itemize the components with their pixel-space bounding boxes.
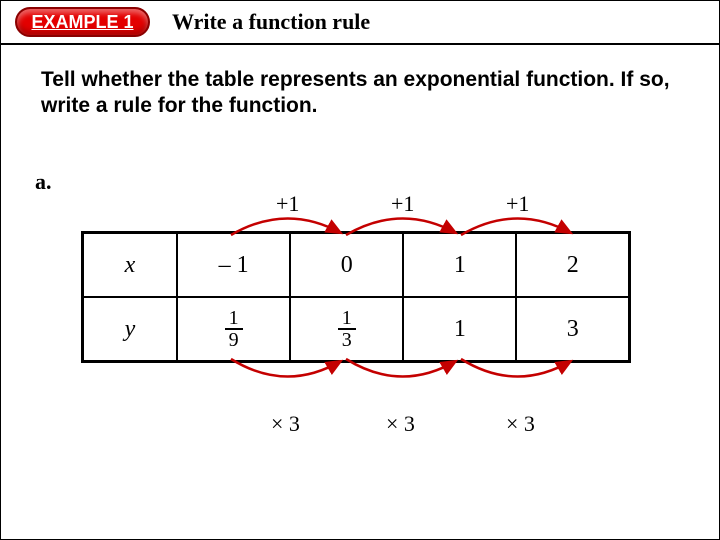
slide-title: Write a function rule bbox=[172, 9, 370, 35]
numerator: 1 bbox=[225, 308, 243, 330]
table-stage: +1 +1 +1 x – 1 0 1 2 y bbox=[81, 231, 631, 363]
cell: 1 9 bbox=[177, 297, 290, 362]
denominator: 9 bbox=[225, 330, 243, 350]
prompt-text: Tell whether the table represents an exp… bbox=[1, 45, 719, 120]
row-header-y: y bbox=[83, 297, 178, 362]
table-row: x – 1 0 1 2 bbox=[83, 233, 630, 298]
bottom-step: × 3 bbox=[386, 411, 415, 437]
cell: 1 bbox=[403, 233, 516, 298]
top-step: +1 bbox=[391, 191, 414, 217]
top-step: +1 bbox=[276, 191, 299, 217]
cell: 3 bbox=[516, 297, 629, 362]
cell: 1 bbox=[403, 297, 516, 362]
bottom-step: × 3 bbox=[506, 411, 535, 437]
example-badge: EXAMPLE 1 bbox=[15, 7, 150, 37]
cell: – 1 bbox=[177, 233, 290, 298]
part-label: a. bbox=[35, 169, 52, 195]
fraction: 1 9 bbox=[225, 308, 243, 350]
top-step: +1 bbox=[506, 191, 529, 217]
numerator: 1 bbox=[338, 308, 356, 330]
bottom-step: × 3 bbox=[271, 411, 300, 437]
fraction: 1 3 bbox=[338, 308, 356, 350]
slide: EXAMPLE 1 Write a function rule Tell whe… bbox=[0, 0, 720, 540]
table-row: y 1 9 1 3 1 3 bbox=[83, 297, 630, 362]
badge-text: EXAMPLE 1 bbox=[31, 12, 133, 33]
cell: 0 bbox=[290, 233, 403, 298]
xy-table: x – 1 0 1 2 y 1 9 1 3 bbox=[81, 231, 631, 363]
row-header-x: x bbox=[83, 233, 178, 298]
denominator: 3 bbox=[338, 330, 356, 350]
header-bar: EXAMPLE 1 Write a function rule bbox=[1, 1, 719, 45]
cell: 1 3 bbox=[290, 297, 403, 362]
cell: 2 bbox=[516, 233, 629, 298]
